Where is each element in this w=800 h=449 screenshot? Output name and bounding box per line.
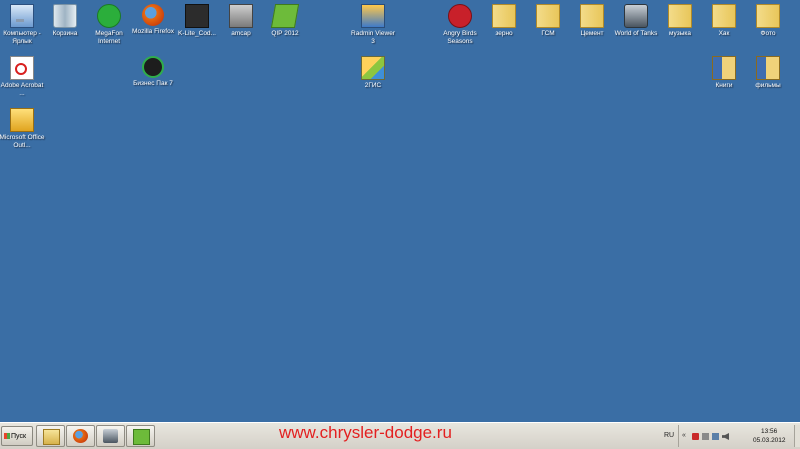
firefox-icon: [73, 429, 88, 443]
desktop-icon-label: зерно: [495, 30, 513, 37]
desktop-icon-radmin[interactable]: Radmin Viewer 3: [350, 0, 396, 46]
world-of-tanks-icon: [103, 429, 118, 443]
folder-icon: [43, 429, 60, 445]
desktop-icon-business-pack[interactable]: Бизнес Пак 7: [130, 52, 176, 88]
qip-icon: [133, 429, 150, 445]
desktop-icon-label: Хак: [718, 30, 730, 37]
taskbar-explorer-button[interactable]: [36, 425, 65, 447]
desktop-icon-folder-cement[interactable]: Цемент: [569, 0, 615, 38]
taskbar-world-of-tanks-button[interactable]: [96, 425, 125, 447]
outlook-icon: [10, 108, 34, 132]
flag-icon[interactable]: [702, 433, 709, 440]
desktop-icon-folder-photo[interactable]: Фото: [745, 0, 791, 38]
start-label: Пуск: [11, 433, 27, 440]
desktop-icon-firefox[interactable]: Mozilla Firefox: [130, 0, 176, 36]
books-folder-icon: [712, 56, 736, 80]
network-icon[interactable]: [712, 433, 719, 440]
folder-icon: [668, 4, 692, 28]
desktop-icon-label: Radmin Viewer 3: [351, 30, 395, 45]
desktop-icon-folder-gsm[interactable]: ГСМ: [525, 0, 571, 38]
desktop-icon-label: K-Lite_Cod...: [178, 30, 216, 37]
desktop-icon-folder-books[interactable]: Книги: [701, 52, 747, 90]
clock-date[interactable]: 05.03.2012: [753, 437, 786, 444]
volume-icon[interactable]: [722, 433, 729, 440]
desktop-icon-label: Adobe Acrobat ...: [0, 82, 44, 97]
taskbar-firefox-button[interactable]: [66, 425, 95, 447]
folder-icon: [580, 4, 604, 28]
folder-icon: [492, 4, 516, 28]
language-indicator[interactable]: RU: [664, 432, 674, 439]
show-desktop-button[interactable]: [794, 425, 800, 447]
computer-icon: [10, 4, 34, 28]
windows-logo-icon: [4, 433, 10, 439]
acrobat-icon: [10, 56, 34, 80]
qip-icon: [270, 4, 300, 28]
desktop-icon-label: MegaFon Internet: [95, 30, 123, 45]
amcap-icon: [229, 4, 253, 28]
desktop-icon-acrobat[interactable]: Adobe Acrobat ...: [0, 52, 45, 98]
desktop-icon-2gis[interactable]: 2ГИС: [350, 52, 396, 90]
tray-expand-icon[interactable]: «: [682, 432, 686, 439]
desktop-icon-label: Компьютер - Ярлык: [3, 30, 41, 45]
angry-birds-icon: [448, 4, 472, 28]
business-pack-icon: [142, 56, 164, 78]
folder-icon: [712, 4, 736, 28]
films-folder-icon: [756, 56, 780, 80]
desktop-icon-label: World of Tanks: [614, 30, 658, 37]
clock-time[interactable]: 13:56: [761, 428, 777, 435]
taskbar: Пуск www.chrysler-dodge.ru RU « 13:56 05…: [0, 422, 800, 449]
desktop-icon-label: Microsoft Office Outl...: [0, 134, 45, 149]
desktop-icon-label: Бизнес Пак 7: [133, 80, 173, 87]
desktop-icon-label: Корзина: [52, 30, 78, 37]
desktop-icon-outlook[interactable]: Microsoft Office Outl...: [0, 104, 45, 150]
desktop-icon-label: Книги: [715, 82, 733, 89]
desktop-icon-megafon[interactable]: MegaFon Internet: [86, 0, 132, 46]
folder-icon: [536, 4, 560, 28]
desktop-icon-klite[interactable]: K-Lite_Cod...: [174, 0, 220, 38]
desktop-icon-label: Mozilla Firefox: [132, 28, 174, 35]
desktop-icon-label: музыка: [668, 30, 692, 37]
desktop-icon-label: Цемент: [580, 30, 604, 37]
megafon-icon: [97, 4, 121, 28]
firefox-icon: [142, 4, 164, 26]
folder-icon: [756, 4, 780, 28]
desktop-icon-computer[interactable]: Компьютер - Ярлык: [0, 0, 45, 46]
world-of-tanks-icon: [624, 4, 648, 28]
desktop-icon-label: 2ГИС: [364, 82, 382, 89]
watermark-text: www.chrysler-dodge.ru: [279, 423, 452, 442]
taskbar-qip-button[interactable]: [126, 425, 155, 447]
desktop-icon-folder-music[interactable]: музыка: [657, 0, 703, 38]
recycle-bin-icon: [53, 4, 77, 28]
desktop-icon-label: Фото: [760, 30, 776, 37]
network-error-icon[interactable]: [692, 433, 699, 440]
desktop: Компьютер - Ярлык Корзина MegaFon Intern…: [0, 0, 800, 422]
klite-codec-icon: [185, 4, 209, 28]
desktop-icon-angry-birds[interactable]: Angry Birds Seasons: [437, 0, 483, 46]
desktop-icon-recycle-bin[interactable]: Корзина: [42, 0, 88, 38]
desktop-icon-label: Angry Birds Seasons: [443, 30, 477, 45]
start-button[interactable]: Пуск: [1, 426, 33, 446]
desktop-icon-label: QIP 2012: [271, 30, 299, 37]
desktop-icon-folder-zerno[interactable]: зерно: [481, 0, 527, 38]
desktop-icon-amcap[interactable]: amcap: [218, 0, 264, 38]
radmin-icon: [361, 4, 385, 28]
system-tray: « 13:56 05.03.2012: [678, 425, 800, 447]
desktop-icon-label: фильмы: [755, 82, 781, 89]
desktop-icon-folder-films[interactable]: фильмы: [745, 52, 791, 90]
2gis-icon: [361, 56, 385, 80]
desktop-icon-qip[interactable]: QIP 2012: [262, 0, 308, 38]
desktop-icon-label: ГСМ: [541, 30, 555, 37]
desktop-icon-world-of-tanks[interactable]: World of Tanks: [613, 0, 659, 38]
desktop-icon-label: amcap: [231, 30, 251, 37]
desktop-icon-folder-hack[interactable]: Хак: [701, 0, 747, 38]
